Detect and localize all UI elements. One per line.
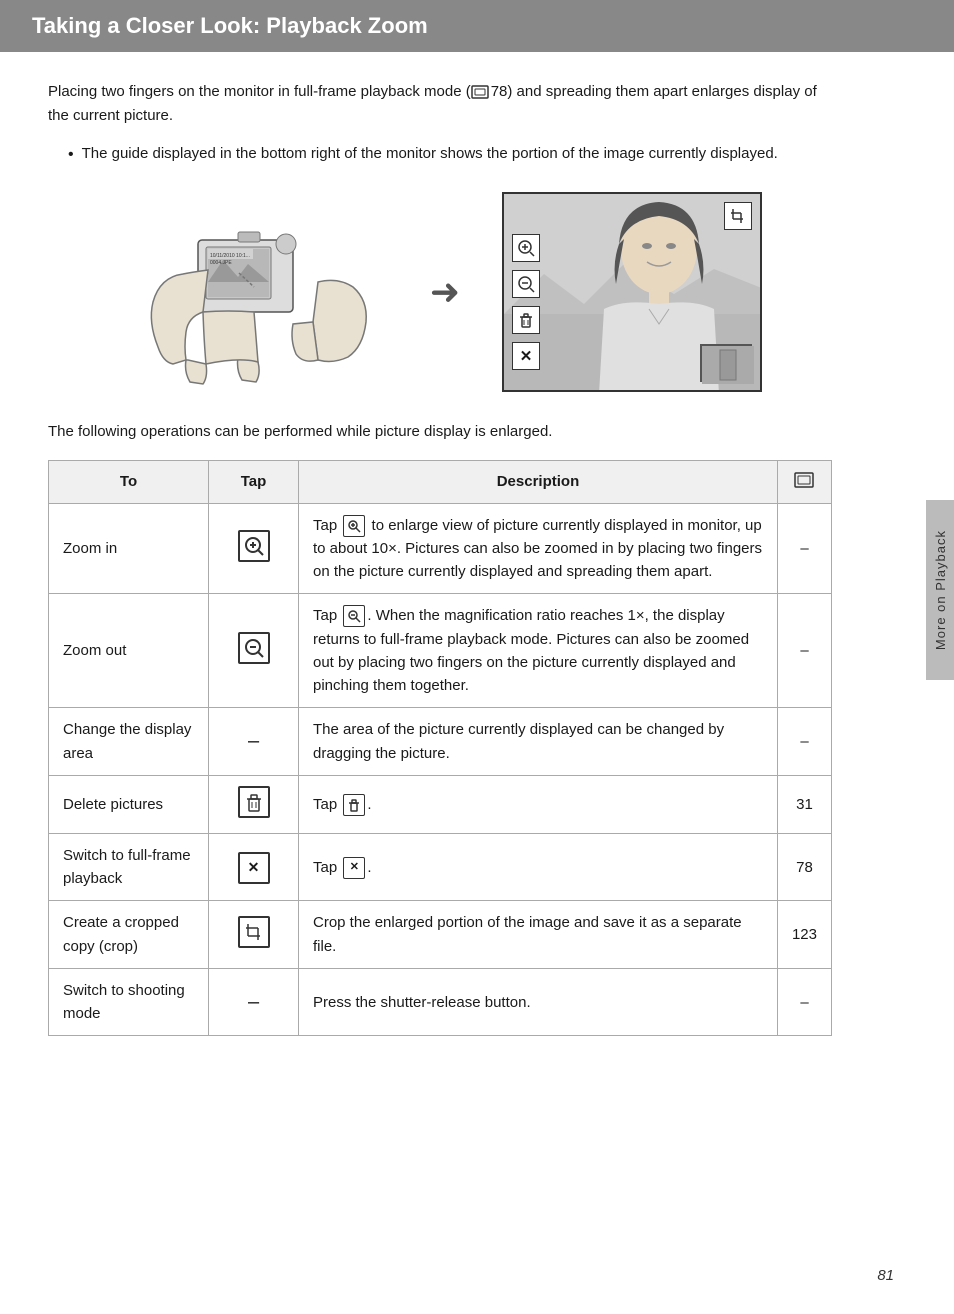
row-crop-to: Create a cropped copy (crop) (49, 901, 209, 969)
svg-text:0004.JPE: 0004.JPE (210, 260, 232, 266)
row-fullframe-ref: 78 (777, 833, 831, 901)
row-zoom-out-to: Zoom out (49, 594, 209, 708)
inline-x-icon: ✕ (343, 857, 365, 879)
table-row: Create a cropped copy (crop) Crop the en… (49, 901, 832, 969)
row-delete-tap (209, 775, 299, 833)
table-header-description: Description (299, 460, 778, 503)
table-row: Zoom in Tap to enlarge view of picture c… (49, 503, 832, 594)
row-change-display-ref: – (777, 708, 831, 776)
table-header-ref (777, 460, 831, 503)
delete-icon (238, 786, 270, 818)
preview-x-icon[interactable]: ✕ (512, 342, 540, 370)
preview-crop-icon[interactable] (724, 202, 752, 230)
page-title: Taking a Closer Look: Playback Zoom (32, 13, 428, 39)
bullet-point: The guide displayed in the bottom right … (68, 142, 832, 168)
row-delete-desc: Tap . (299, 775, 778, 833)
header-bar: Taking a Closer Look: Playback Zoom (0, 0, 954, 52)
sidebar-tab: More on Playback (926, 500, 954, 680)
row-fullframe-to: Switch to full-frame playback (49, 833, 209, 901)
row-zoom-in-tap (209, 503, 299, 594)
row-crop-ref: 123 (777, 901, 831, 969)
preview-thumbnail (700, 344, 752, 382)
preview-delete-icon[interactable] (512, 306, 540, 334)
camera-preview: ✕ (502, 192, 762, 392)
row-change-display-tap: – (209, 708, 299, 776)
arrow-right: ➜ (430, 271, 460, 313)
preview-zoom-in-icon[interactable] (512, 234, 540, 262)
sidebar-label: More on Playback (933, 530, 948, 650)
row-zoom-in-ref: – (777, 503, 831, 594)
table-row: Delete pictures Tap . 31 (49, 775, 832, 833)
row-shooting-ref: – (777, 968, 831, 1036)
table-header-to: To (49, 460, 209, 503)
preview-zoom-out-icon[interactable] (512, 270, 540, 298)
row-zoom-in-desc: Tap to enlarge view of picture currently… (299, 503, 778, 594)
row-shooting-desc: Press the shutter-release button. (299, 968, 778, 1036)
row-crop-tap (209, 901, 299, 969)
row-zoom-out-tap (209, 594, 299, 708)
row-change-display-desc: The area of the picture currently displa… (299, 708, 778, 776)
table-row: Switch to shooting mode – Press the shut… (49, 968, 832, 1036)
operations-table: To Tap Description Zoom in Tap to enlarg… (48, 460, 832, 1037)
zoom-in-icon (238, 530, 270, 562)
row-delete-ref: 31 (777, 775, 831, 833)
inline-delete-icon (343, 794, 365, 816)
row-fullframe-desc: Tap ✕. (299, 833, 778, 901)
row-shooting-tap: – (209, 968, 299, 1036)
crop-icon (238, 916, 270, 948)
row-zoom-out-ref: – (777, 594, 831, 708)
table-row: Change the display area – The area of th… (49, 708, 832, 776)
svg-text:10/11/2010 10:1...: 10/11/2010 10:1... (210, 253, 250, 259)
page-number: 81 (877, 1267, 894, 1284)
row-shooting-to: Switch to shooting mode (49, 968, 209, 1036)
row-zoom-out-desc: Tap . When the magnification ratio reach… (299, 594, 778, 708)
row-change-display-to: Change the display area (49, 708, 209, 776)
zoom-out-icon (238, 632, 270, 664)
preview-icons: ✕ (512, 234, 540, 370)
table-row: Switch to full-frame playback ✕ Tap ✕. 7… (49, 833, 832, 901)
x-icon: ✕ (238, 852, 270, 884)
inline-zoom-out-icon (343, 605, 365, 627)
row-fullframe-tap: ✕ (209, 833, 299, 901)
inline-zoom-in-icon (343, 515, 365, 537)
table-header-tap: Tap (209, 460, 299, 503)
table-row: Zoom out Tap . When the magnification ra… (49, 594, 832, 708)
main-content: Placing two fingers on the monitor in fu… (0, 52, 880, 1116)
illustration-area: 10/11/2010 10:1... 0004.JPE ➜ (48, 192, 832, 392)
intro-paragraph: Placing two fingers on the monitor in fu… (48, 80, 832, 128)
row-zoom-in-to: Zoom in (49, 503, 209, 594)
hand-illustration: 10/11/2010 10:1... 0004.JPE (118, 192, 388, 392)
row-crop-desc: Crop the enlarged portion of the image a… (299, 901, 778, 969)
following-text: The following operations can be performe… (48, 420, 832, 444)
row-delete-to: Delete pictures (49, 775, 209, 833)
